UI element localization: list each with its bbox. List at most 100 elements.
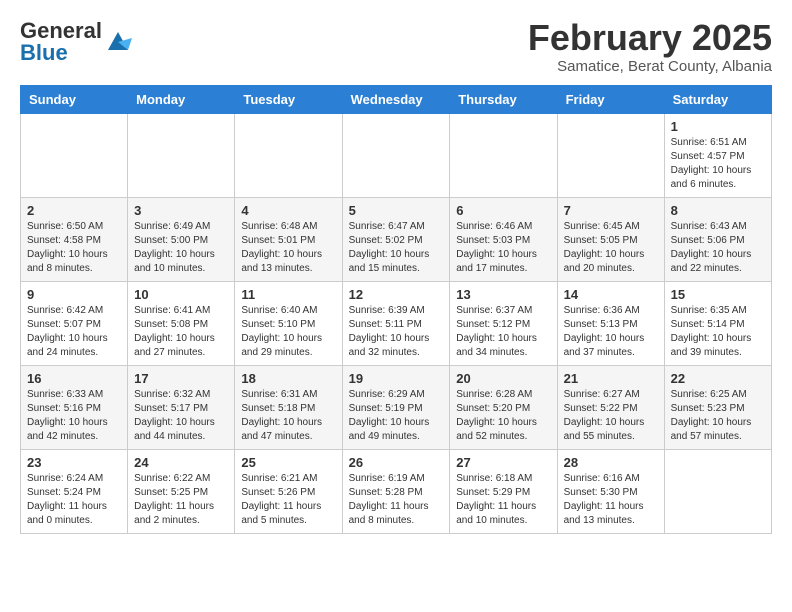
day-number: 9 bbox=[27, 287, 121, 302]
location: Samatice, Berat County, Albania bbox=[528, 58, 772, 75]
day-info: Sunrise: 6:42 AM Sunset: 5:07 PM Dayligh… bbox=[27, 304, 121, 360]
calendar-header-row: SundayMondayTuesdayWednesdayThursdayFrid… bbox=[21, 86, 772, 114]
calendar-cell: 8 Sunrise: 6:43 AM Sunset: 5:06 PM Daylig… bbox=[664, 198, 771, 282]
logo-blue: Blue bbox=[20, 42, 102, 64]
day-info: Sunrise: 6:43 AM Sunset: 5:06 PM Dayligh… bbox=[671, 220, 765, 276]
calendar-cell: 7 Sunrise: 6:45 AM Sunset: 5:05 PM Daylig… bbox=[557, 198, 664, 282]
day-number: 12 bbox=[349, 287, 444, 302]
day-info: Sunrise: 6:47 AM Sunset: 5:02 PM Dayligh… bbox=[349, 220, 444, 276]
day-info: Sunrise: 6:45 AM Sunset: 5:05 PM Dayligh… bbox=[564, 220, 658, 276]
day-number: 1 bbox=[671, 119, 765, 134]
calendar-cell: 25 Sunrise: 6:21 AM Sunset: 5:26 PM Dayli… bbox=[235, 450, 342, 534]
day-number: 4 bbox=[241, 203, 335, 218]
calendar-cell: 3 Sunrise: 6:49 AM Sunset: 5:00 PM Daylig… bbox=[128, 198, 235, 282]
day-header-wednesday: Wednesday bbox=[342, 86, 450, 114]
calendar-cell: 14 Sunrise: 6:36 AM Sunset: 5:13 PM Dayli… bbox=[557, 282, 664, 366]
calendar-cell: 1 Sunrise: 6:51 AM Sunset: 4:57 PM Daylig… bbox=[664, 114, 771, 198]
calendar-cell: 12 Sunrise: 6:39 AM Sunset: 5:11 PM Dayli… bbox=[342, 282, 450, 366]
day-info: Sunrise: 6:41 AM Sunset: 5:08 PM Dayligh… bbox=[134, 304, 228, 360]
day-info: Sunrise: 6:40 AM Sunset: 5:10 PM Dayligh… bbox=[241, 304, 335, 360]
calendar-cell: 18Sunrise: 6:31 AM Sunset: 5:18 PM Dayli… bbox=[235, 366, 342, 450]
day-info: Sunrise: 6:28 AM Sunset: 5:20 PM Dayligh… bbox=[456, 388, 550, 444]
logo: General Blue bbox=[20, 20, 132, 64]
calendar-cell: 20 Sunrise: 6:28 AM Sunset: 5:20 PM Dayli… bbox=[450, 366, 557, 450]
day-info: Sunrise: 6:18 AM Sunset: 5:29 PM Dayligh… bbox=[456, 472, 550, 528]
day-number: 13 bbox=[456, 287, 550, 302]
calendar-table: SundayMondayTuesdayWednesdayThursdayFrid… bbox=[20, 85, 772, 534]
day-number: 22 bbox=[671, 371, 765, 386]
calendar-cell bbox=[21, 114, 128, 198]
day-number: 17 bbox=[134, 371, 228, 386]
day-number: 10 bbox=[134, 287, 228, 302]
day-number: 14 bbox=[564, 287, 658, 302]
day-number: 21 bbox=[564, 371, 658, 386]
calendar-cell: 6 Sunrise: 6:46 AM Sunset: 5:03 PM Daylig… bbox=[450, 198, 557, 282]
day-info: Sunrise: 6:22 AM Sunset: 5:25 PM Dayligh… bbox=[134, 472, 228, 528]
day-info: Sunrise: 6:35 AM Sunset: 5:14 PM Dayligh… bbox=[671, 304, 765, 360]
day-number: 3 bbox=[134, 203, 228, 218]
calendar-cell bbox=[557, 114, 664, 198]
day-number: 20 bbox=[456, 371, 550, 386]
calendar-cell: 4Sunrise: 6:48 AM Sunset: 5:01 PM Daylig… bbox=[235, 198, 342, 282]
calendar-week-5: 23 Sunrise: 6:24 AM Sunset: 5:24 PM Dayli… bbox=[21, 450, 772, 534]
day-number: 6 bbox=[456, 203, 550, 218]
day-info: Sunrise: 6:36 AM Sunset: 5:13 PM Dayligh… bbox=[564, 304, 658, 360]
calendar-cell: 5Sunrise: 6:47 AM Sunset: 5:02 PM Daylig… bbox=[342, 198, 450, 282]
day-info: Sunrise: 6:21 AM Sunset: 5:26 PM Dayligh… bbox=[241, 472, 335, 528]
day-number: 23 bbox=[27, 455, 121, 470]
day-info: Sunrise: 6:16 AM Sunset: 5:30 PM Dayligh… bbox=[564, 472, 658, 528]
day-info: Sunrise: 6:39 AM Sunset: 5:11 PM Dayligh… bbox=[349, 304, 444, 360]
calendar-cell: 10 Sunrise: 6:41 AM Sunset: 5:08 PM Dayli… bbox=[128, 282, 235, 366]
day-header-friday: Friday bbox=[557, 86, 664, 114]
day-number: 16 bbox=[27, 371, 121, 386]
calendar-cell: 22 Sunrise: 6:25 AM Sunset: 5:23 PM Dayli… bbox=[664, 366, 771, 450]
calendar-cell: 15Sunrise: 6:35 AM Sunset: 5:14 PM Dayli… bbox=[664, 282, 771, 366]
day-number: 26 bbox=[349, 455, 444, 470]
month-title: February 2025 bbox=[528, 20, 772, 56]
day-header-sunday: Sunday bbox=[21, 86, 128, 114]
calendar-cell: 16 Sunrise: 6:33 AM Sunset: 5:16 PM Dayli… bbox=[21, 366, 128, 450]
calendar-week-1: 1 Sunrise: 6:51 AM Sunset: 4:57 PM Daylig… bbox=[21, 114, 772, 198]
calendar-cell bbox=[450, 114, 557, 198]
calendar-cell: 27 Sunrise: 6:18 AM Sunset: 5:29 PM Dayli… bbox=[450, 450, 557, 534]
calendar-cell bbox=[128, 114, 235, 198]
day-number: 24 bbox=[134, 455, 228, 470]
calendar-cell bbox=[664, 450, 771, 534]
day-number: 7 bbox=[564, 203, 658, 218]
day-header-thursday: Thursday bbox=[450, 86, 557, 114]
calendar-cell: 28 Sunrise: 6:16 AM Sunset: 5:30 PM Dayli… bbox=[557, 450, 664, 534]
calendar-cell: 23 Sunrise: 6:24 AM Sunset: 5:24 PM Dayli… bbox=[21, 450, 128, 534]
page-header: General Blue February 2025 Samatice, Ber… bbox=[20, 20, 772, 75]
day-number: 18 bbox=[241, 371, 335, 386]
day-info: Sunrise: 6:51 AM Sunset: 4:57 PM Dayligh… bbox=[671, 136, 765, 192]
day-info: Sunrise: 6:49 AM Sunset: 5:00 PM Dayligh… bbox=[134, 220, 228, 276]
day-info: Sunrise: 6:24 AM Sunset: 5:24 PM Dayligh… bbox=[27, 472, 121, 528]
day-info: Sunrise: 6:46 AM Sunset: 5:03 PM Dayligh… bbox=[456, 220, 550, 276]
calendar-cell bbox=[235, 114, 342, 198]
day-info: Sunrise: 6:32 AM Sunset: 5:17 PM Dayligh… bbox=[134, 388, 228, 444]
calendar-cell: 21Sunrise: 6:27 AM Sunset: 5:22 PM Dayli… bbox=[557, 366, 664, 450]
calendar-cell: 19Sunrise: 6:29 AM Sunset: 5:19 PM Dayli… bbox=[342, 366, 450, 450]
calendar-cell: 9 Sunrise: 6:42 AM Sunset: 5:07 PM Daylig… bbox=[21, 282, 128, 366]
day-number: 8 bbox=[671, 203, 765, 218]
calendar-cell: 11Sunrise: 6:40 AM Sunset: 5:10 PM Dayli… bbox=[235, 282, 342, 366]
calendar-cell: 26 Sunrise: 6:19 AM Sunset: 5:28 PM Dayli… bbox=[342, 450, 450, 534]
title-section: February 2025 Samatice, Berat County, Al… bbox=[528, 20, 772, 75]
logo-general: General bbox=[20, 20, 102, 42]
day-number: 28 bbox=[564, 455, 658, 470]
day-header-saturday: Saturday bbox=[664, 86, 771, 114]
day-info: Sunrise: 6:37 AM Sunset: 5:12 PM Dayligh… bbox=[456, 304, 550, 360]
day-info: Sunrise: 6:33 AM Sunset: 5:16 PM Dayligh… bbox=[27, 388, 121, 444]
day-info: Sunrise: 6:25 AM Sunset: 5:23 PM Dayligh… bbox=[671, 388, 765, 444]
day-number: 25 bbox=[241, 455, 335, 470]
calendar-cell: 13 Sunrise: 6:37 AM Sunset: 5:12 PM Dayli… bbox=[450, 282, 557, 366]
day-info: Sunrise: 6:19 AM Sunset: 5:28 PM Dayligh… bbox=[349, 472, 444, 528]
day-number: 19 bbox=[349, 371, 444, 386]
calendar-cell: 24 Sunrise: 6:22 AM Sunset: 5:25 PM Dayli… bbox=[128, 450, 235, 534]
calendar-week-3: 9 Sunrise: 6:42 AM Sunset: 5:07 PM Daylig… bbox=[21, 282, 772, 366]
calendar-week-2: 2 Sunrise: 6:50 AM Sunset: 4:58 PM Daylig… bbox=[21, 198, 772, 282]
day-number: 27 bbox=[456, 455, 550, 470]
calendar-cell: 2 Sunrise: 6:50 AM Sunset: 4:58 PM Daylig… bbox=[21, 198, 128, 282]
day-number: 2 bbox=[27, 203, 121, 218]
day-info: Sunrise: 6:50 AM Sunset: 4:58 PM Dayligh… bbox=[27, 220, 121, 276]
